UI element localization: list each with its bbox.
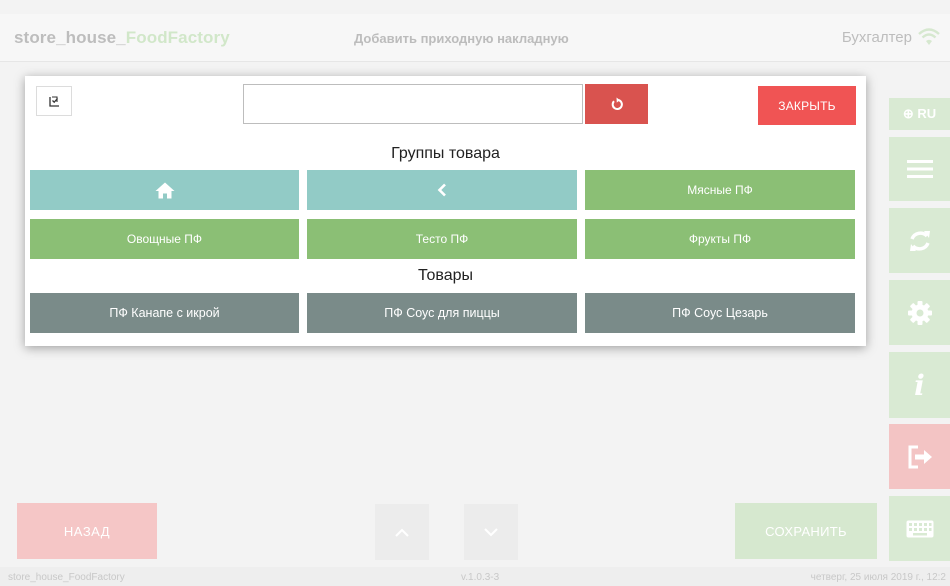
settings-button[interactable]	[889, 280, 950, 345]
scroll-up-button[interactable]	[375, 504, 429, 560]
product-button[interactable]: ПФ Соус для пиццы	[307, 293, 577, 333]
group-label: Тесто ПФ	[415, 232, 469, 246]
product-button[interactable]: ПФ Соус Цезарь	[585, 293, 855, 333]
chevron-up-icon	[395, 528, 409, 537]
close-button[interactable]: ЗАКРЫТЬ	[758, 86, 856, 125]
wifi-icon	[918, 28, 940, 45]
reset-search-button[interactable]	[585, 84, 648, 124]
info-button[interactable]: i	[889, 352, 950, 418]
goods-heading: Товары	[417, 267, 474, 284]
select-all-button[interactable]	[36, 86, 72, 116]
sync-icon	[909, 230, 930, 251]
app-title-prefix: store_house_	[14, 28, 126, 47]
logout-button[interactable]	[889, 424, 950, 489]
group-label: Мясные ПФ	[687, 183, 753, 197]
status-footer: store_house_FoodFactory v.1.0.3-3 четвер…	[0, 567, 950, 586]
groups-heading: Группы товара	[391, 145, 500, 162]
page-title: Добавить приходную накладную	[354, 31, 569, 46]
group-fruits-button[interactable]: Фрукты ПФ	[585, 219, 855, 259]
product-label: ПФ Соус для пиццы	[384, 306, 500, 320]
group-home-button[interactable]	[30, 170, 299, 210]
gear-icon	[907, 300, 932, 325]
info-icon: i	[914, 368, 925, 402]
product-label: ПФ Канапе с икрой	[109, 306, 220, 320]
language-label: ⊕ RU	[902, 106, 937, 121]
footer-app-name: store_house_FoodFactory	[8, 572, 125, 583]
footer-version: v.1.0.3-3	[461, 572, 500, 583]
product-button[interactable]: ПФ Канапе с икрой	[30, 293, 299, 333]
home-icon	[155, 182, 174, 198]
back-button[interactable]: НАЗАД	[17, 503, 157, 559]
app-title-accent: FoodFactory	[125, 28, 230, 47]
product-picker-dialog: ЗАКРЫТЬ Группы товара Мясные ПФ Овощные …	[25, 76, 866, 346]
chevron-down-icon	[484, 527, 498, 536]
group-dough-button[interactable]: Тесто ПФ	[307, 219, 577, 259]
footer-datetime: четверг, 25 июля 2019 г., 12:2	[810, 572, 946, 583]
sync-button[interactable]	[889, 208, 950, 273]
language-switch[interactable]: ⊕ RU	[889, 98, 950, 130]
hamburger-icon	[906, 160, 933, 178]
group-back-button[interactable]	[307, 170, 577, 210]
group-meat-button[interactable]: Мясные ПФ	[585, 170, 855, 210]
chevron-left-icon	[437, 183, 446, 197]
group-vegetables-button[interactable]: Овощные ПФ	[30, 219, 299, 259]
user-role: Бухгалтер	[841, 29, 912, 46]
top-bar: store_house_FoodFactory Добавить приходн…	[0, 14, 950, 62]
keyboard-icon	[906, 520, 933, 537]
group-label: Фрукты ПФ	[688, 232, 752, 246]
logout-icon	[908, 445, 932, 468]
group-label: Овощные ПФ	[126, 232, 203, 246]
menu-button[interactable]	[889, 137, 950, 201]
app-title: store_house_FoodFactory	[14, 28, 230, 48]
scroll-down-button[interactable]	[464, 504, 518, 560]
search-input[interactable]	[243, 84, 583, 124]
product-label: ПФ Соус Цезарь	[672, 306, 768, 320]
keyboard-button[interactable]	[889, 496, 950, 561]
save-button[interactable]: СОХРАНИТЬ	[735, 503, 877, 559]
undo-icon	[611, 97, 623, 111]
checklist-icon	[49, 96, 59, 107]
